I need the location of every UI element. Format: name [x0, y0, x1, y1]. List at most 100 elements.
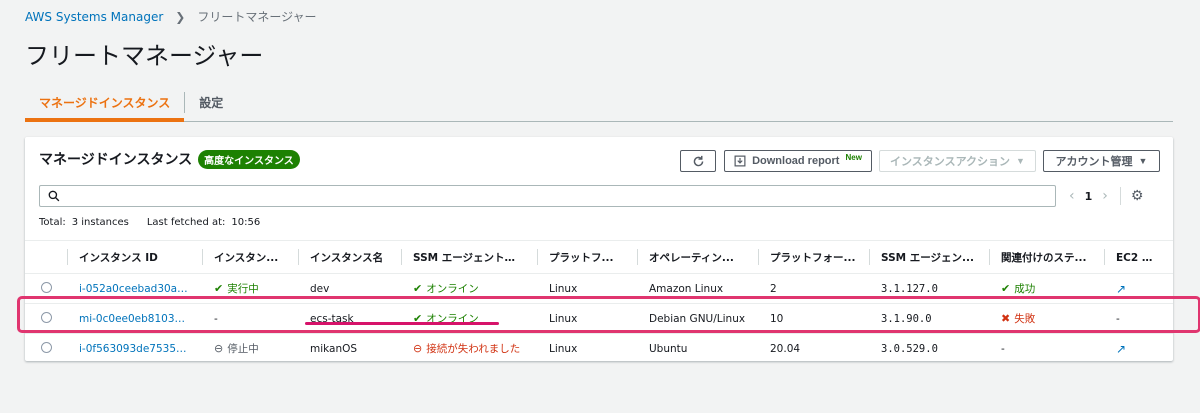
radio-button[interactable]: [41, 311, 52, 323]
instances-table: インスタンス ID インスタン... インスタンス名 SSM エージェントの .…: [25, 240, 1173, 361]
check-circle-icon: ✔︎: [413, 282, 423, 295]
chevron-left-icon[interactable]: ‹: [1069, 188, 1075, 204]
caret-down-icon: ▼: [1138, 156, 1148, 166]
instance-state-status: ✔︎ 実行中: [214, 281, 259, 296]
total-value: 3 instances: [71, 217, 129, 228]
association-status-text: 成功: [1014, 283, 1036, 295]
instance-name: mikanOS: [298, 333, 401, 361]
search-input[interactable]: [66, 189, 1055, 203]
search-box[interactable]: [39, 185, 1056, 207]
tab-managed-instances[interactable]: マネージドインスタンス: [25, 84, 185, 122]
breadcrumb-current: フリートマネージャー: [197, 10, 317, 24]
download-report-button[interactable]: Download report New: [724, 150, 872, 172]
header-instance-name[interactable]: インスタンス名: [298, 240, 401, 274]
radio-button[interactable]: [41, 341, 52, 353]
association-status-text: 失敗: [1014, 313, 1036, 325]
instance-state-text: 停止中: [227, 343, 259, 355]
instance-id-link[interactable]: mi-0c0ee0eb81032e...: [67, 303, 202, 334]
header-ec2-instance[interactable]: EC2 インス...: [1104, 240, 1173, 274]
external-link-icon[interactable]: ↗: [1116, 282, 1126, 296]
header-instance-id[interactable]: インスタンス ID: [67, 240, 202, 274]
ssm-ping-text: オンライン: [426, 283, 479, 295]
instance-id-link[interactable]: i-052a0ceebad30abd7: [67, 273, 202, 304]
instance-action-button[interactable]: インスタンスアクション ▼: [879, 150, 1036, 172]
header-platform-version[interactable]: プラットフォー...: [758, 240, 869, 274]
tab-settings[interactable]: 設定: [185, 84, 237, 121]
check-circle-icon: ✔︎: [214, 282, 224, 295]
operating-system: Amazon Linux: [637, 273, 758, 304]
header-ssm-agent-ping[interactable]: SSM エージェントの ...: [401, 240, 537, 274]
table-meta: Total: 3 instances Last fetched at: 10:5…: [39, 217, 260, 228]
search-icon: [48, 190, 60, 202]
radio-button[interactable]: [41, 281, 52, 293]
new-tag: New: [845, 152, 862, 162]
pagination: ‹ 1 › ⚙: [1069, 186, 1143, 206]
table-header-row: インスタンス ID インスタン... インスタンス名 SSM エージェントの .…: [25, 240, 1173, 274]
platform-version: 10: [758, 303, 869, 334]
account-management-button[interactable]: アカウント管理 ▼: [1043, 150, 1160, 172]
refresh-button[interactable]: [680, 150, 716, 172]
agent-version: 3.1.127.0: [869, 273, 989, 304]
instance-id-link[interactable]: i-0f563093de753571e: [67, 333, 202, 361]
external-link-icon[interactable]: ↗: [1116, 342, 1126, 356]
association-status: ✖︎ 失敗: [1001, 311, 1035, 326]
platform-type: Linux: [537, 333, 637, 361]
header-platform-type[interactable]: プラットフ...: [537, 240, 637, 274]
table-row[interactable]: mi-0c0ee0eb81032e... - ecs-task ✔︎ オンライン …: [25, 303, 1173, 334]
row-select[interactable]: [25, 333, 67, 361]
download-icon: [734, 155, 746, 167]
download-report-label: Download report: [752, 155, 840, 167]
operating-system: Ubuntu: [637, 333, 758, 361]
minus-circle-icon: ⊖: [214, 342, 224, 355]
table-row[interactable]: i-0f563093de753571e ⊖ 停止中 mikanOS ⊖ 接続が失われ…: [25, 333, 1173, 361]
page-number[interactable]: 1: [1085, 190, 1093, 203]
refresh-icon: [693, 155, 703, 166]
total-label: Total:: [39, 217, 66, 228]
header-association-status[interactable]: 関連付けのステ...: [989, 240, 1104, 274]
panel-header: マネージドインスタンス 高度なインスタンス: [39, 149, 300, 169]
ssm-ping-text: オンライン: [426, 313, 479, 325]
ssm-ping-status: ✔︎ オンライン: [413, 311, 479, 326]
advanced-instances-badge: 高度なインスタンス: [198, 149, 300, 169]
platform-version: 2: [758, 273, 869, 304]
ssm-ping-status: ⊖ 接続が失われました: [413, 341, 520, 356]
instance-name: ecs-task: [298, 303, 401, 334]
account-management-label: アカウント管理: [1055, 156, 1133, 168]
chevron-right-icon: ❯: [175, 9, 186, 24]
header-ssm-agent-version[interactable]: SSM エージェン...: [869, 240, 989, 274]
row-select[interactable]: [25, 273, 67, 304]
header-select: [25, 240, 67, 274]
fetched-value: 10:56: [231, 217, 261, 228]
instance-state-status: ⊖ 停止中: [214, 341, 259, 356]
platform-type: Linux: [537, 303, 637, 334]
check-circle-icon: ✔︎: [413, 312, 423, 325]
instance-action-label: インスタンスアクション: [890, 156, 1011, 168]
caret-down-icon: ▼: [1016, 156, 1025, 166]
check-circle-icon: ✔︎: [1001, 282, 1011, 295]
header-instance-state[interactable]: インスタン...: [202, 240, 298, 274]
chevron-right-icon[interactable]: ›: [1102, 188, 1108, 204]
ssm-ping-text: 接続が失われました: [426, 343, 521, 355]
header-os[interactable]: オペレーティン...: [637, 240, 758, 274]
settings-gear-icon[interactable]: ⚙: [1131, 188, 1144, 204]
agent-version: 3.1.90.0: [869, 303, 989, 334]
tab-bar: マネージドインスタンス 設定: [25, 84, 1173, 122]
ec2-instance: -: [1104, 303, 1173, 334]
instance-state-text: -: [202, 303, 298, 334]
platform-version: 20.04: [758, 333, 869, 361]
minus-circle-icon: ⊖: [413, 342, 423, 355]
row-select[interactable]: [25, 303, 67, 334]
agent-version: 3.0.529.0: [869, 333, 989, 361]
managed-instances-panel: マネージドインスタンス 高度なインスタンス Download report Ne…: [25, 137, 1173, 361]
pager-divider: [1119, 187, 1121, 205]
breadcrumb: AWS Systems Manager ❯ フリートマネージャー: [25, 8, 317, 25]
table-row[interactable]: i-052a0ceebad30abd7 ✔︎ 実行中 dev ✔︎ オンライン Li…: [25, 273, 1173, 304]
breadcrumb-root-link[interactable]: AWS Systems Manager: [25, 10, 163, 24]
association-status: ✔︎ 成功: [1001, 281, 1035, 296]
fetched-label: Last fetched at:: [146, 217, 226, 228]
panel-title: マネージドインスタンス: [39, 152, 193, 168]
page-title: フリートマネージャー: [25, 42, 264, 70]
instance-state-text: 実行中: [227, 283, 259, 295]
ssm-ping-status: ✔︎ オンライン: [413, 281, 479, 296]
operating-system: Debian GNU/Linux: [637, 303, 758, 334]
